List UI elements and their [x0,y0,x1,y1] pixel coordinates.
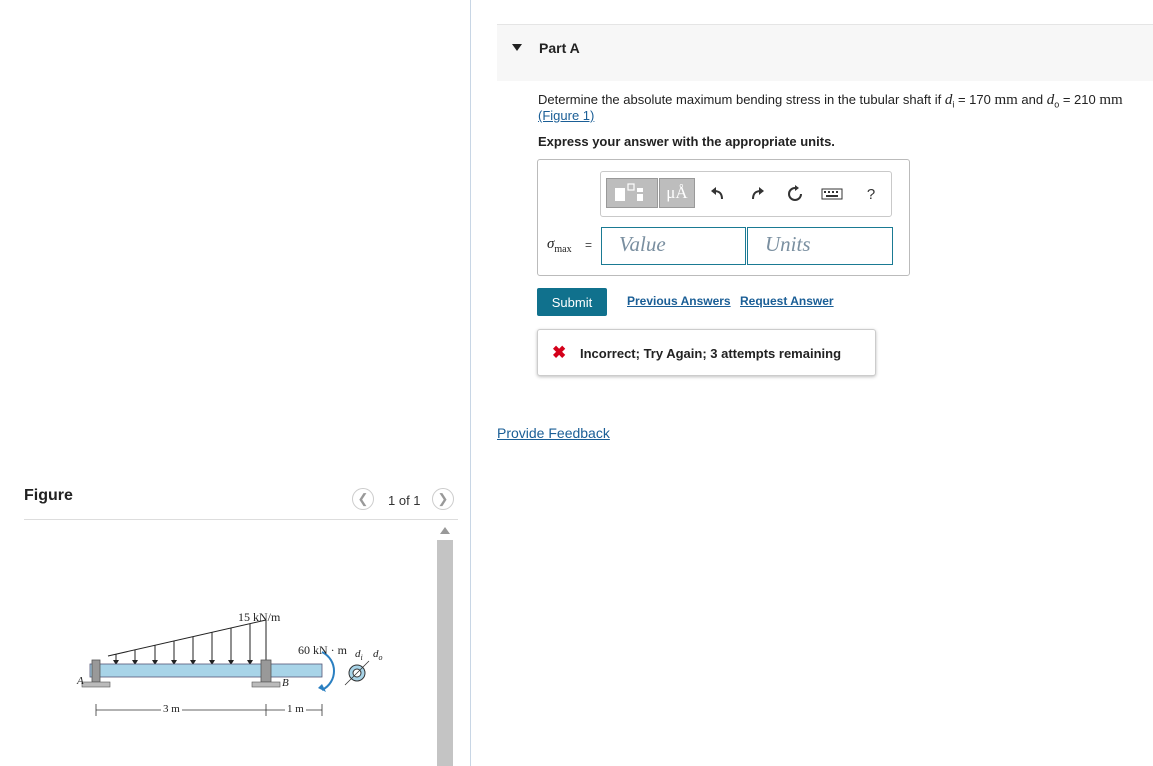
figure-divider [24,519,458,520]
chevron-left-icon: ❮ [357,491,369,506]
part-title: Part A [539,40,580,56]
load-label: 15 kN/m [238,610,281,624]
figure-scrollbar[interactable] [437,540,453,766]
next-figure-button[interactable]: ❯ [432,488,454,510]
undo-icon [711,187,723,200]
provide-feedback-link[interactable]: Provide Feedback [497,425,610,441]
question-text: Determine the absolute maximum bending s… [538,92,1123,110]
inner-diameter-label: di [355,648,363,663]
outer-diameter-label: do [373,648,383,663]
submit-button[interactable]: Submit [537,288,607,316]
undo-button[interactable] [705,181,731,207]
figure-1-link[interactable]: (Figure 1) [538,108,594,123]
caret-down-icon[interactable] [512,44,522,51]
chevron-right-icon: ❯ [437,491,449,506]
templates-button[interactable] [606,178,658,208]
units-icon: μÅ [666,183,688,202]
units-button[interactable]: μÅ [659,178,695,208]
load-arrows [115,620,267,662]
prev-figure-button[interactable]: ❮ [352,488,374,510]
keyboard-icon [821,188,843,200]
feedback-text: Incorrect; Try Again; 3 attempts remaini… [580,346,842,361]
figure-heading: Figure [24,487,73,504]
help-button[interactable]: ? [858,181,884,207]
equals-sign: = [585,238,593,252]
dim-3m-label: 3 m [161,703,182,715]
shaft [89,663,323,678]
figure-pager-text: 1 of 1 [388,493,421,508]
request-answer-link[interactable]: Request Answer [740,294,834,308]
units-input[interactable]: Units [747,227,893,265]
point-a-label: A [77,675,84,687]
support-a [91,659,101,683]
load-envelope [107,619,267,657]
reset-button[interactable] [782,181,808,207]
instruction-text: Express your answer with the appropriate… [538,134,835,149]
point-b-label: B [282,677,289,689]
reset-icon [788,185,802,201]
redo-icon [752,187,764,200]
pane-divider[interactable] [470,0,471,766]
keyboard-button[interactable] [819,181,845,207]
x-icon: ✖ [552,343,567,362]
answer-symbol: σmax [547,236,572,255]
part-a-header[interactable] [497,24,1153,81]
dim-1m-label: 1 m [285,703,306,715]
scroll-up-arrow-icon[interactable] [440,527,450,534]
moment-label: 60 kN · m [298,643,347,657]
redo-button[interactable] [744,181,770,207]
help-icon: ? [866,185,876,203]
support-b [260,659,272,683]
previous-answers-link[interactable]: Previous Answers [627,294,731,308]
value-input[interactable]: Value [601,227,746,265]
templates-icon [615,183,643,201]
